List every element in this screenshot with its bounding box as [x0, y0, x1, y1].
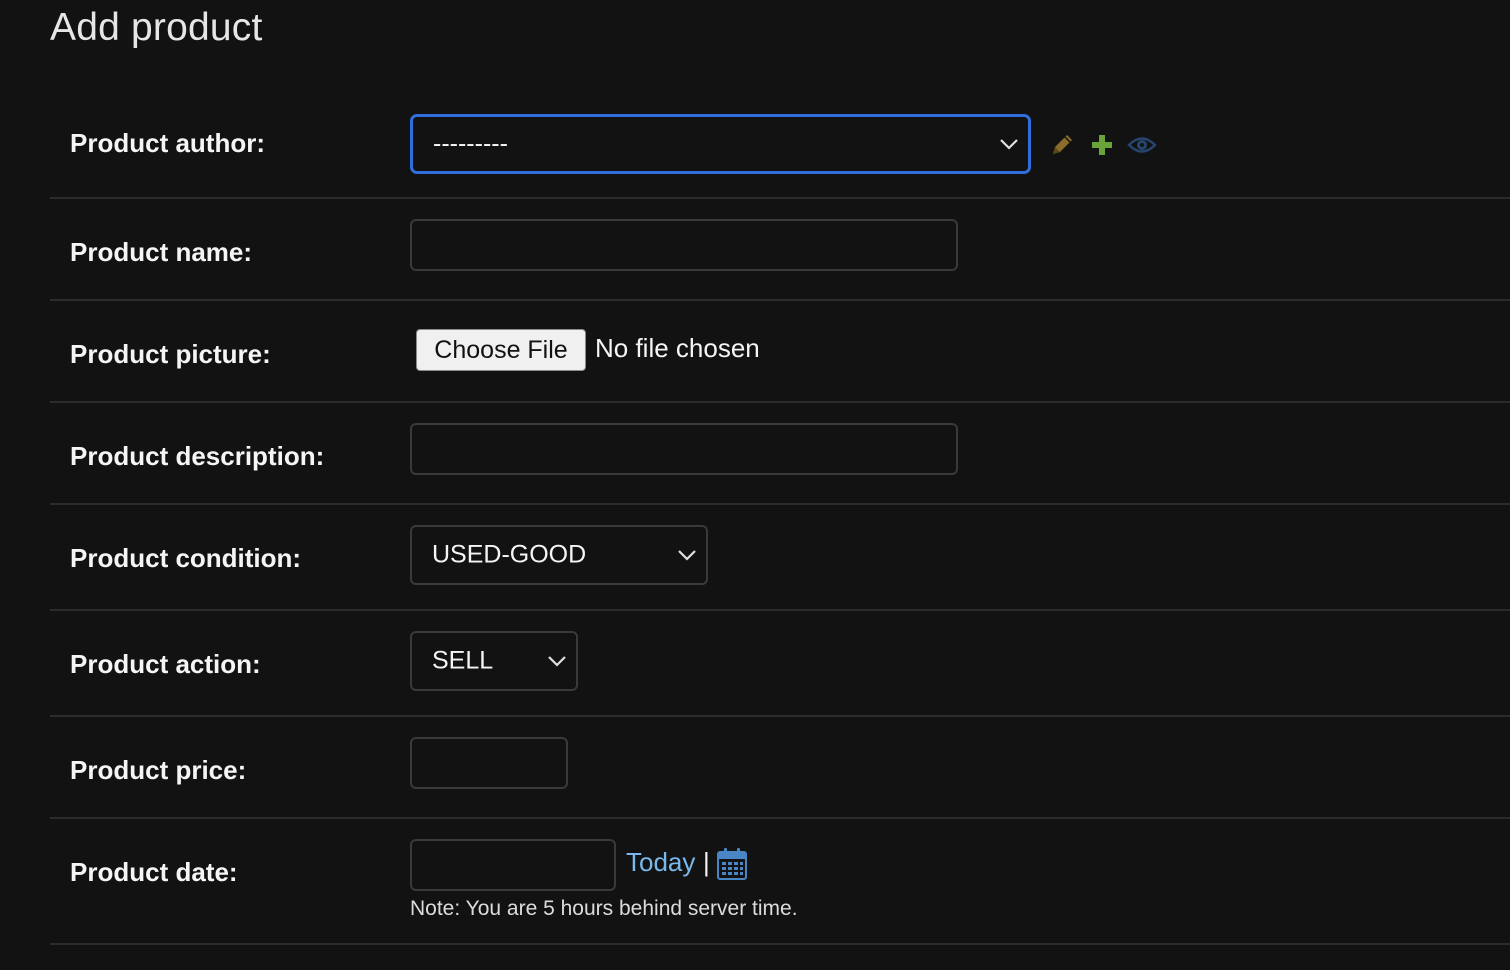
- condition-label: Product condition:: [70, 543, 302, 573]
- form-row-author: Product author: ---------: [50, 92, 1510, 199]
- choose-file-button[interactable]: Choose File: [416, 329, 586, 371]
- author-select-value: ---------: [433, 129, 508, 158]
- form-row-name: Product name:: [50, 199, 1510, 301]
- description-label: Product description:: [70, 441, 325, 471]
- calendar-icon[interactable]: [716, 847, 748, 881]
- action-select[interactable]: SELL: [410, 631, 578, 691]
- chevron-down-icon: [1000, 139, 1018, 150]
- condition-field: USED-GOOD: [410, 525, 708, 585]
- action-label: Product action:: [70, 649, 261, 679]
- eye-icon[interactable]: [1127, 130, 1157, 160]
- form-row-picture: Product picture: Choose File No file cho…: [50, 301, 1510, 403]
- author-label: Product author:: [70, 128, 265, 158]
- product-name-input[interactable]: [410, 219, 958, 271]
- admin-page: Add product Product author: --------- Pr…: [0, 0, 1510, 970]
- condition-select[interactable]: USED-GOOD: [410, 525, 708, 585]
- price-label: Product price:: [70, 755, 247, 785]
- picture-field: Choose File No file chosen: [410, 329, 1010, 373]
- date-label: Product date:: [70, 857, 238, 887]
- product-price-input[interactable]: [410, 737, 568, 789]
- chevron-down-icon: [548, 656, 566, 667]
- form-row-price: Product price:: [50, 717, 1510, 819]
- form-row-action: Product action: SELL: [50, 611, 1510, 717]
- plus-icon[interactable]: [1087, 130, 1117, 160]
- shortcut-separator: |: [703, 847, 710, 877]
- author-select[interactable]: ---------: [410, 114, 1031, 174]
- action-field: SELL: [410, 631, 578, 691]
- product-description-input[interactable]: [410, 423, 958, 475]
- price-field: [410, 737, 568, 789]
- pencil-icon[interactable]: [1047, 130, 1077, 160]
- add-product-form: Product author: --------- Product name: …: [50, 92, 1510, 945]
- file-status-text: No file chosen: [595, 333, 760, 363]
- chevron-down-icon: [678, 550, 696, 561]
- form-row-date: Product date: Today | Note: You are 5 ho…: [50, 819, 1510, 945]
- author-field: ---------: [410, 114, 1031, 174]
- date-field: Today | Note: You are 5 hours behind ser…: [410, 839, 1010, 929]
- description-field: [410, 423, 958, 475]
- product-date-input[interactable]: [410, 839, 616, 891]
- form-row-condition: Product condition: USED-GOOD: [50, 505, 1510, 611]
- timezone-note: Note: You are 5 hours behind server time…: [410, 897, 798, 920]
- name-field: [410, 219, 958, 271]
- picture-label: Product picture:: [70, 339, 271, 369]
- name-label: Product name:: [70, 237, 253, 267]
- page-title: Add product: [50, 6, 263, 49]
- condition-select-value: USED-GOOD: [432, 540, 587, 569]
- action-select-value: SELL: [432, 646, 494, 675]
- form-row-description: Product description:: [50, 403, 1510, 505]
- today-link[interactable]: Today: [626, 847, 695, 878]
